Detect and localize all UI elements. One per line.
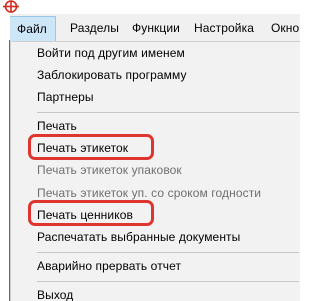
menu-separator xyxy=(37,252,299,253)
menu-icon-column xyxy=(11,42,37,301)
menu-item-exit[interactable]: Выход xyxy=(37,284,73,301)
menu-item-print-package-labels: Печать этикеток упаковок xyxy=(37,163,182,177)
menu-sections[interactable]: Разделы xyxy=(62,18,127,38)
menu-separator xyxy=(37,112,299,113)
menu-item-print-labels[interactable]: Печать этикеток xyxy=(37,137,128,159)
file-menu-dropdown: Войти под другим именем Заблокировать пр… xyxy=(10,41,300,301)
menu-item-print-selected-documents[interactable]: Распечатать выбранные документы xyxy=(37,226,240,248)
menu-file[interactable]: Файл xyxy=(8,16,56,41)
menu-item-abort-report[interactable]: Аварийно прервать отчет xyxy=(37,255,181,277)
menu-item-partners[interactable]: Партнеры xyxy=(37,86,94,108)
application-window: Файл Разделы Функции Настройка Окно Войт… xyxy=(0,0,300,301)
menu-item-lock-program[interactable]: Заблокировать программу xyxy=(37,64,187,86)
menu-item-print[interactable]: Печать xyxy=(37,115,77,137)
menu-item-print-package-labels-expiry: Печать этикеток уп. со сроком годности xyxy=(37,186,262,200)
menu-separator xyxy=(37,281,299,282)
menu-item-login-as-other-user[interactable]: Войти под другим именем xyxy=(37,42,185,64)
menu-window[interactable]: Окно xyxy=(263,18,300,38)
menu-bar: Файл Разделы Функции Настройка Окно xyxy=(0,14,300,43)
app-logo-icon xyxy=(3,0,19,13)
menu-item-print-price-tags[interactable]: Печать ценников xyxy=(37,204,133,226)
title-bar xyxy=(0,0,300,14)
menu-functions[interactable]: Функции xyxy=(124,18,188,38)
menu-settings[interactable]: Настройка xyxy=(186,18,262,38)
